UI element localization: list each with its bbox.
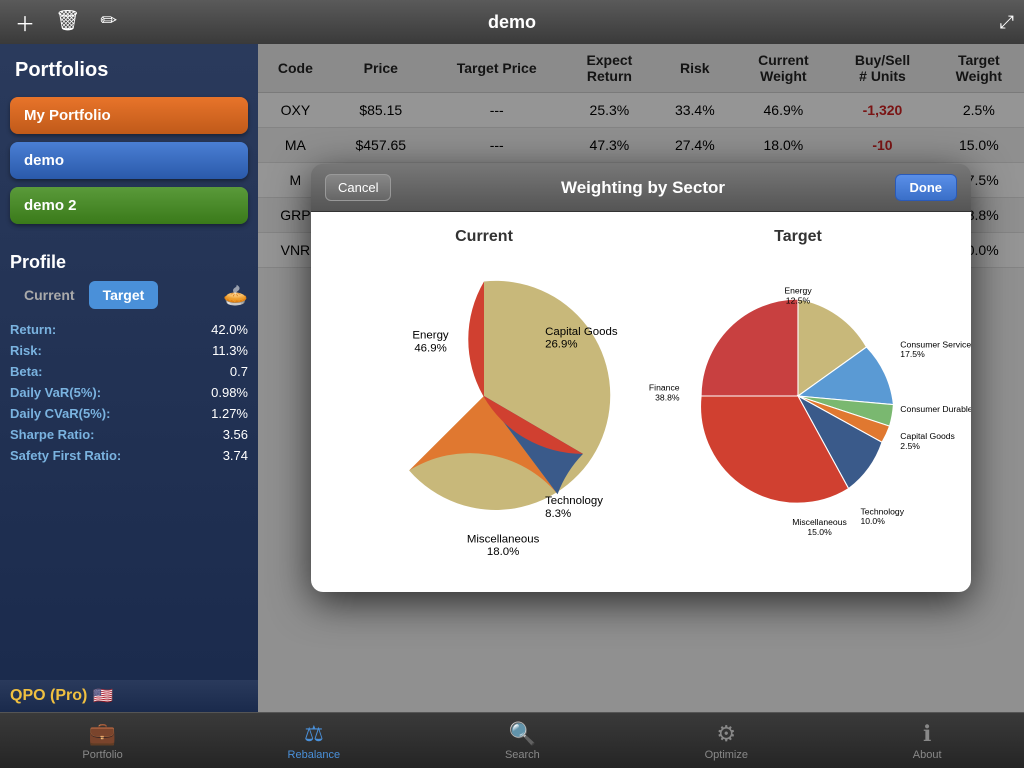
search-icon: 🔍 (509, 721, 536, 747)
label-energy-target: Energy (784, 286, 812, 296)
pencil-icon[interactable]: ✏ (100, 8, 117, 37)
target-pie-chart: Energy 12.5% Consumer Services 17.5% Con… (658, 256, 938, 536)
header: ＋ 🗑 ✏ demo ⤢ (0, 0, 1024, 44)
stat-value: 3.56 (223, 427, 248, 442)
stat-row: Daily CVaR(5%): 1.27% (10, 403, 248, 424)
label-finance-pct-target: 38.8% (655, 392, 680, 402)
stat-label: Sharpe Ratio: (10, 427, 95, 442)
current-chart-section: Current Energy 46.9% (333, 228, 634, 536)
label-tech-pct-target: 10.0% (860, 516, 885, 526)
label-capital-target: Capital Goods (900, 431, 955, 441)
stat-value: 1.27% (211, 406, 248, 421)
stat-row: Sharpe Ratio: 3.56 (10, 424, 248, 445)
main-layout: Portfolios My Portfolio demo demo 2 Prof… (0, 44, 1024, 712)
stat-row: Risk: 11.3% (10, 340, 248, 361)
portfolio-item-demo[interactable]: demo (10, 142, 248, 179)
stat-row: Beta: 0.7 (10, 361, 248, 382)
expand-icon[interactable]: ⤢ (1000, 12, 1014, 33)
label-misc-pct-target: 15.0% (807, 527, 832, 537)
modal-title: Weighting by Sector (391, 178, 894, 198)
header-title: demo (488, 12, 536, 33)
portfolio-item-my-portfolio[interactable]: My Portfolio (10, 97, 248, 134)
tab-optimize[interactable]: ⚙ Optimize (685, 717, 768, 765)
done-button[interactable]: Done (895, 174, 958, 201)
trash-icon[interactable]: 🗑 (55, 8, 80, 37)
sidebar: Portfolios My Portfolio demo demo 2 Prof… (0, 44, 258, 712)
stat-label: Risk: (10, 343, 42, 358)
stat-row: Return: 42.0% (10, 319, 248, 340)
header-icons: ＋ 🗑 ✏ (0, 8, 132, 37)
current-pie-chart: Energy 46.9% Capital Goods 26.9% Technol… (344, 256, 624, 536)
portfolios-title: Portfolios (10, 54, 248, 87)
stat-label: Daily VaR(5%): (10, 385, 101, 400)
stat-value: 0.7 (230, 364, 248, 379)
briefcase-icon: 💼 (89, 721, 116, 747)
stat-value: 3.74 (223, 448, 248, 463)
profile-title: Profile (10, 252, 248, 273)
tab-about[interactable]: ℹ About (893, 717, 962, 765)
target-chart-section: Target (647, 228, 948, 536)
tab-bar: 💼 Portfolio ⚖ Rebalance 🔍 Search ⚙ Optim… (0, 712, 1024, 768)
app-title-bar: QPO (Pro) 🇺🇸 (0, 680, 258, 712)
target-slice-finance (701, 299, 798, 396)
modal-body: Current Energy 46.9% (311, 212, 971, 592)
profile-section: Profile Current Target 🥧 Return: 42.0%Ri… (10, 252, 248, 466)
modal-header: Cancel Weighting by Sector Done (311, 164, 971, 212)
label-energy-pct-target: 12.5% (786, 295, 811, 305)
label-energy-current: Energy (412, 330, 449, 342)
modal-overlay: Cancel Weighting by Sector Done Current (258, 44, 1024, 712)
cancel-button[interactable]: Cancel (325, 174, 391, 201)
label-capital-pct-target: 2.5% (900, 441, 920, 451)
profile-tabs: Current Target 🥧 (10, 281, 248, 309)
flag-icon: 🇺🇸 (93, 686, 113, 706)
label-tech-target: Technology (860, 506, 904, 516)
label-consumer-svc-pct: 17.5% (900, 349, 925, 359)
label-consumer-svc: Consumer Services (900, 340, 971, 350)
tab-search[interactable]: 🔍 Search (485, 717, 560, 765)
stat-label: Beta: (10, 364, 43, 379)
tab-current[interactable]: Current (10, 281, 89, 309)
label-finance-target: Finance (649, 383, 680, 393)
app-title: QPO (Pro) (10, 687, 87, 705)
portfolio-item-demo2[interactable]: demo 2 (10, 187, 248, 224)
stat-row: Safety First Ratio: 3.74 (10, 445, 248, 466)
label-misc-target: Miscellaneous (792, 517, 847, 527)
rebalance-icon: ⚖ (304, 721, 324, 747)
label-consumer-dur: Consumer Durable (900, 404, 971, 414)
label-tech-current: Technology (545, 495, 603, 507)
profile-pie-icon: 🥧 (223, 283, 248, 308)
label-tech-pct-current: 8.3% (545, 508, 571, 520)
label-capital-pct-current: 26.9% (545, 339, 577, 351)
stat-row: Daily VaR(5%): 0.98% (10, 382, 248, 403)
content-area: Code Price Target Price ExpectReturn Ris… (258, 44, 1024, 712)
weighting-modal: Cancel Weighting by Sector Done Current (311, 164, 971, 592)
tab-target[interactable]: Target (89, 281, 159, 309)
add-icon[interactable]: ＋ (15, 8, 35, 37)
tab-rebalance[interactable]: ⚖ Rebalance (268, 717, 361, 765)
stat-label: Safety First Ratio: (10, 448, 121, 463)
stat-value: 0.98% (211, 385, 248, 400)
current-chart-label: Current (455, 228, 513, 246)
info-icon: ℹ (923, 721, 931, 747)
label-misc-current: Miscellaneous (467, 533, 540, 545)
stats-container: Return: 42.0%Risk: 11.3%Beta: 0.7Daily V… (10, 319, 248, 466)
tab-portfolio[interactable]: 💼 Portfolio (62, 717, 142, 765)
stat-value: 42.0% (211, 322, 248, 337)
stat-label: Daily CVaR(5%): (10, 406, 110, 421)
label-misc-pct-current: 18.0% (487, 546, 519, 558)
target-chart-label: Target (774, 228, 822, 246)
current-slice-energy (409, 281, 610, 510)
gear-icon: ⚙ (716, 721, 736, 747)
label-capital-current: Capital Goods (545, 326, 618, 338)
stat-value: 11.3% (212, 343, 248, 358)
label-energy-pct-current: 46.9% (414, 342, 446, 354)
stat-label: Return: (10, 322, 56, 337)
